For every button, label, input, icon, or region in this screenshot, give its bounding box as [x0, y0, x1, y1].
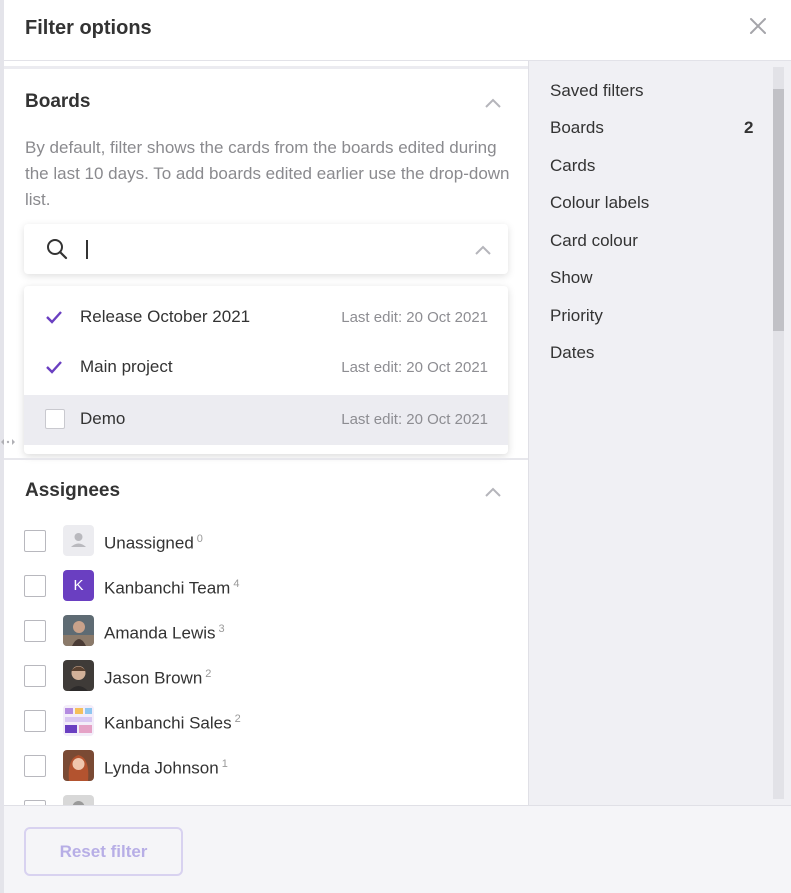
chevron-up-icon[interactable] — [484, 97, 502, 109]
assignee-row[interactable]: Unassigned 0 — [24, 525, 504, 557]
assignee-label: Amanda Lewis 3 — [104, 623, 225, 644]
text-cursor — [86, 240, 88, 259]
assignee-count: 3 — [218, 623, 225, 635]
board-name: Demo — [80, 409, 126, 428]
avatar-placeholder — [63, 525, 94, 556]
assignee-row[interactable]: K Kanbanchi Team 4 — [24, 570, 504, 602]
reset-filter-button[interactable]: Reset filter — [24, 827, 183, 876]
nav-item-boards[interactable]: Boards — [550, 118, 604, 138]
assignee-count: 2 — [205, 668, 212, 680]
boards-search-input[interactable] — [24, 224, 508, 274]
assignee-row[interactable]: Jason Brown 2 — [24, 660, 504, 692]
chevron-up-icon[interactable] — [484, 486, 502, 498]
section-divider — [4, 458, 528, 460]
nav-item-cards[interactable]: Cards — [550, 156, 595, 176]
assignees-section-title: Assignees — [25, 480, 121, 501]
nav-item-priority[interactable]: Priority — [550, 306, 603, 326]
assignee-count: 4 — [233, 578, 240, 590]
boards-section-title: Boards — [25, 91, 91, 112]
divider — [4, 66, 528, 69]
assignee-row[interactable]: Lynda Johnson 1 — [24, 750, 504, 782]
avatar — [63, 660, 94, 691]
board-last-edit: Last edit: 20 Oct 2021 — [341, 411, 488, 428]
checkbox[interactable] — [24, 530, 46, 552]
check-icon — [46, 361, 62, 374]
avatar — [63, 705, 94, 736]
assignee-count: 1 — [221, 758, 228, 770]
boards-description: By default, filter shows the cards from … — [25, 138, 510, 209]
board-option[interactable]: Release October 2021 Last edit: 20 Oct 2… — [24, 293, 508, 343]
assignee-label: Jason Brown 2 — [104, 668, 211, 689]
boards-count-badge: 2 — [744, 118, 754, 137]
filter-content-panel[interactable]: Boards By default, filter shows the card… — [4, 61, 528, 805]
checkbox[interactable] — [24, 710, 46, 732]
assignee-name: Amanda Lewis — [104, 623, 216, 643]
nav-item-dates[interactable]: Dates — [550, 343, 594, 363]
board-option[interactable]: Demo Last edit: 20 Oct 2021 — [24, 395, 508, 445]
dialog-footer: Reset filter — [4, 805, 791, 893]
avatar-letter: K — [63, 570, 94, 601]
resize-handle-icon[interactable] — [0, 435, 16, 449]
assignee-label: Unassigned 0 — [104, 533, 203, 554]
filter-navigation-sidebar: Saved filters Boards 2 Cards Colour labe… — [528, 61, 791, 805]
avatar — [63, 750, 94, 781]
scrollbar-thumb[interactable] — [773, 89, 784, 331]
assignee-name: Kanbanchi Team — [104, 578, 231, 598]
board-name: Release October 2021 — [80, 307, 251, 326]
close-icon[interactable] — [746, 14, 770, 38]
person-icon — [71, 533, 86, 547]
avatar — [63, 615, 94, 646]
board-last-edit: Last edit: 20 Oct 2021 — [341, 359, 488, 376]
assignee-count: 2 — [234, 713, 241, 725]
nav-item-saved-filters[interactable]: Saved filters — [550, 81, 644, 101]
assignee-name: Jason Brown — [104, 668, 203, 688]
nav-item-colour-labels[interactable]: Colour labels — [550, 193, 649, 213]
dialog-title: Filter options — [25, 17, 152, 39]
assignee-label: Lynda Johnson 1 — [104, 758, 228, 779]
boards-dropdown-list: Release October 2021 Last edit: 20 Oct 2… — [24, 286, 508, 454]
check-icon — [46, 311, 62, 324]
dialog-header: Filter options — [4, 0, 791, 61]
assignee-label: Kanbanchi Sales 2 — [104, 713, 241, 734]
search-icon — [47, 239, 68, 260]
assignee-label: Kanbanchi Team 4 — [104, 578, 239, 599]
assignee-row[interactable] — [24, 795, 504, 805]
avatar — [63, 795, 94, 805]
chevron-up-icon[interactable] — [474, 244, 492, 256]
assignee-count: 0 — [196, 533, 203, 545]
board-option[interactable]: Main project Last edit: 20 Oct 2021 — [24, 343, 508, 393]
checkbox[interactable] — [24, 575, 46, 597]
checkbox[interactable] — [24, 620, 46, 642]
checkbox[interactable] — [24, 755, 46, 777]
board-name: Main project — [80, 357, 173, 376]
assignee-name: Lynda Johnson — [104, 758, 219, 778]
nav-item-card-colour[interactable]: Card colour — [550, 231, 638, 251]
checkbox[interactable] — [45, 409, 65, 429]
assignee-row[interactable]: Amanda Lewis 3 — [24, 615, 504, 647]
assignee-name: Unassigned — [104, 533, 194, 553]
board-last-edit: Last edit: 20 Oct 2021 — [341, 309, 488, 326]
assignee-name: Kanbanchi Sales — [104, 713, 232, 733]
checkbox[interactable] — [24, 665, 46, 687]
nav-item-show[interactable]: Show — [550, 268, 593, 288]
assignee-row[interactable]: Kanbanchi Sales 2 — [24, 705, 504, 737]
